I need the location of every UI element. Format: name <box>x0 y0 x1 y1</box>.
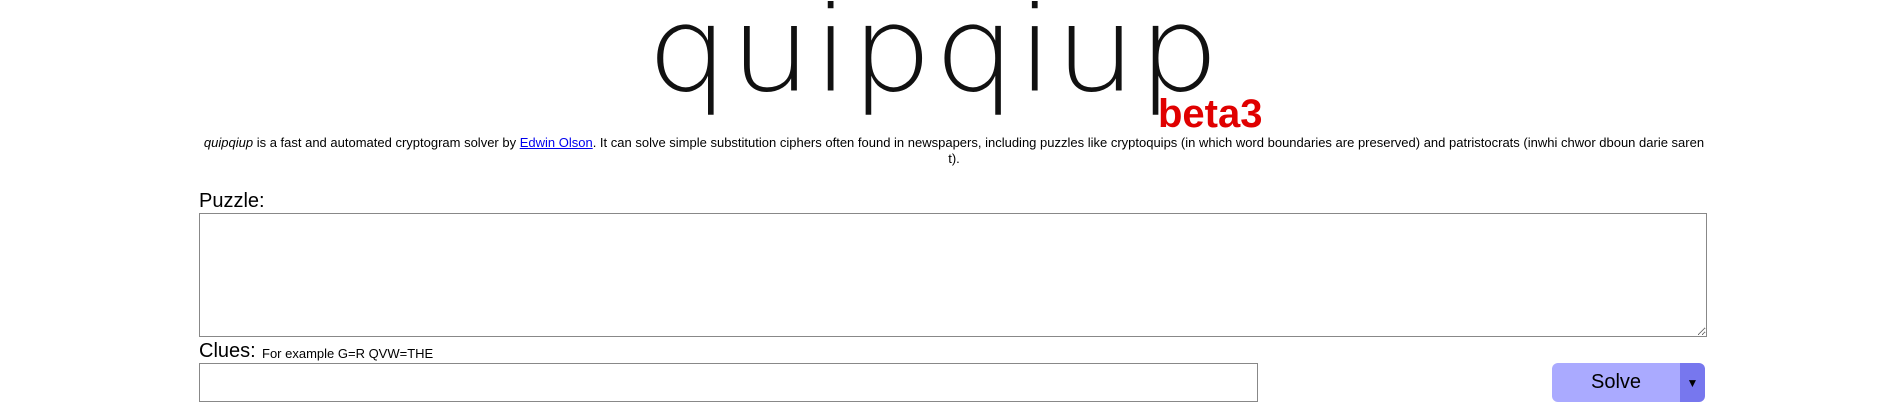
description-text-before: is a fast and automated cryptogram solve… <box>253 135 520 150</box>
logo: quipqiup <box>647 0 1222 119</box>
solve-button[interactable]: Solve <box>1552 363 1680 402</box>
version-badge: beta3 <box>1158 92 1263 136</box>
description-text-after: . It can solve simple substitution ciphe… <box>592 135 1705 166</box>
puzzle-input[interactable] <box>199 213 1707 337</box>
solve-button-group: Solve ▼ <box>1552 363 1705 402</box>
header: quipqiup beta3 <box>0 0 1899 136</box>
description: quipqiup is a fast and automated cryptog… <box>199 135 1709 167</box>
clues-example: For example G=R QVW=THE <box>262 346 434 361</box>
app-name: quipqiup <box>203 135 254 150</box>
caret-down-icon: ▼ <box>1686 375 1699 390</box>
puzzle-label: Puzzle: <box>199 190 265 212</box>
clues-label: Clues: <box>199 340 256 362</box>
author-link[interactable]: Edwin Olson <box>520 135 593 150</box>
solve-options-dropdown[interactable]: ▼ <box>1680 363 1705 402</box>
clues-input[interactable] <box>199 363 1258 402</box>
